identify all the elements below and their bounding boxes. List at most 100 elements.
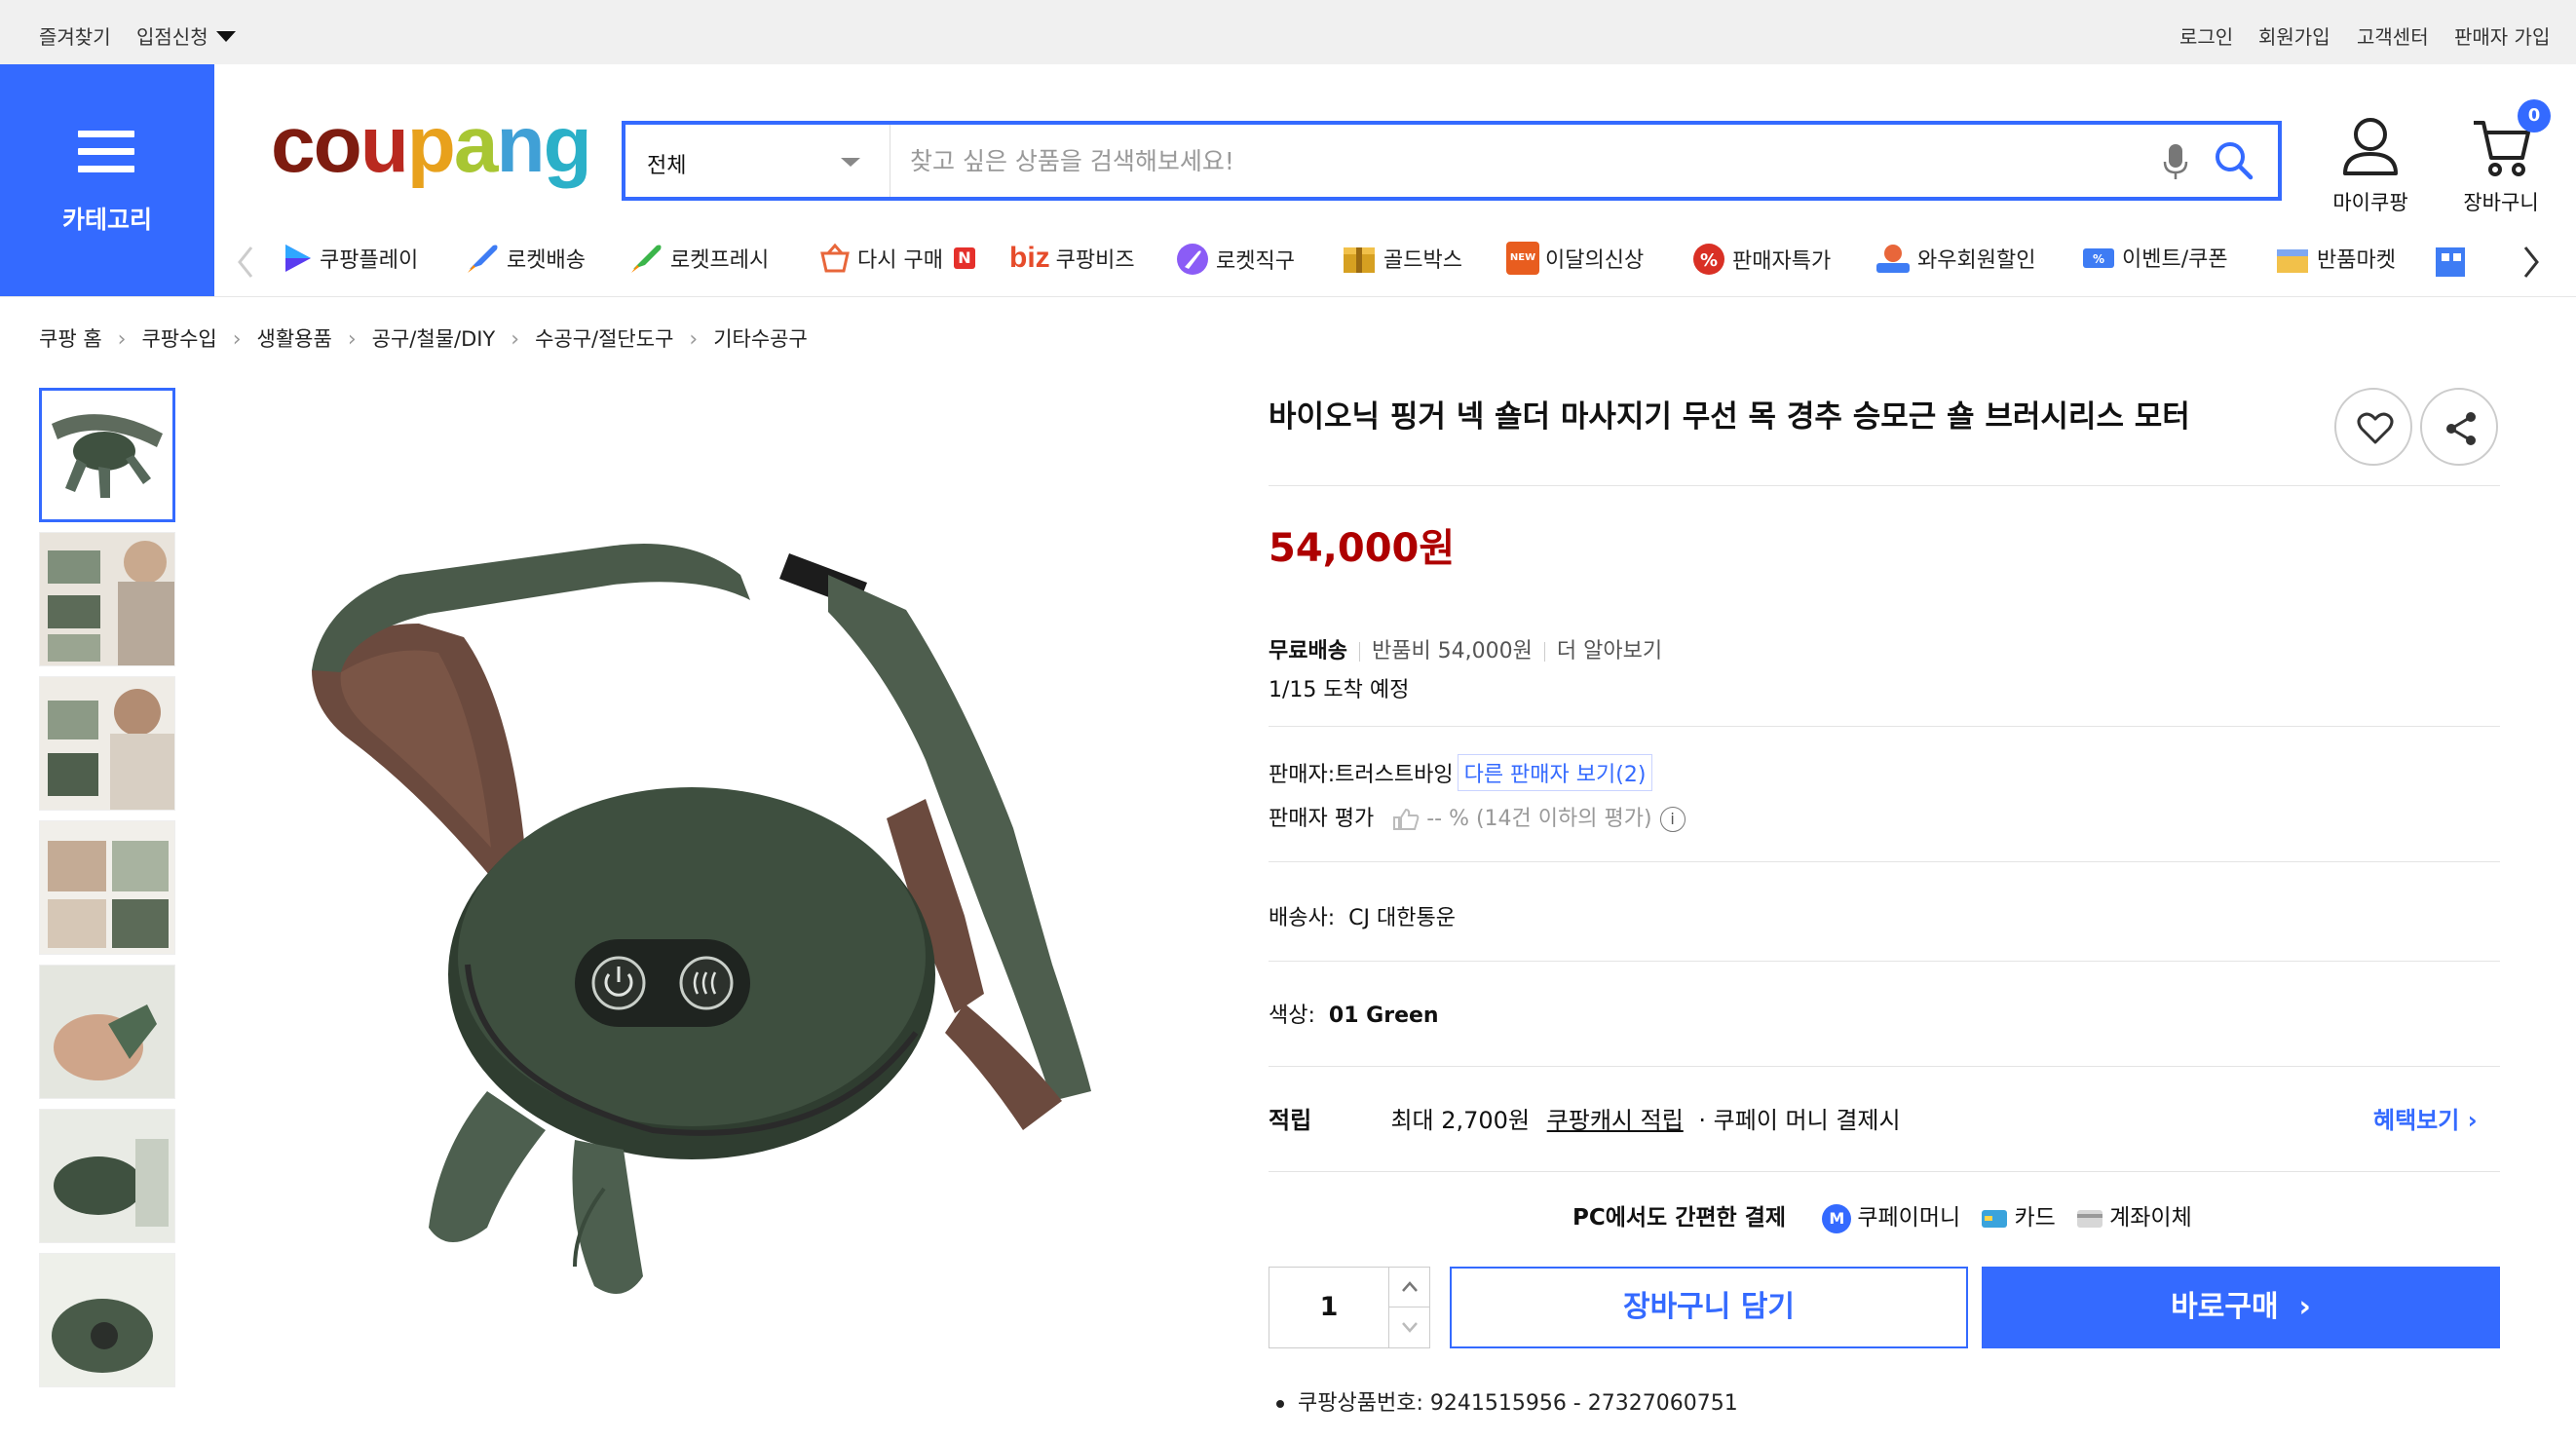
benefits-link[interactable]: 혜택보기 ›: [2373, 1101, 2478, 1135]
seller-row: 판매자:트러스트바잉 다른 판매자 보기(2): [1269, 754, 1653, 791]
chevron-right-icon: ›: [117, 327, 127, 352]
quantity-stepper: 1: [1269, 1267, 1430, 1348]
nav-coupang-biz[interactable]: biz 쿠팡비즈: [1009, 242, 1135, 281]
shipping-row: 무료배송 반품비 54,000원 더 알아보기: [1269, 633, 1662, 664]
seller-apply-link[interactable]: 입점신청: [136, 21, 236, 50]
quantity-input[interactable]: 1: [1269, 1268, 1388, 1347]
nav-label: 골드박스: [1383, 248, 1462, 273]
bookmark-link[interactable]: 즐겨찾기: [39, 21, 111, 50]
quantity-decrease-button[interactable]: [1388, 1307, 1429, 1347]
nav-coupang-play[interactable]: 쿠팡플레이: [281, 242, 418, 281]
nav-monthly-new[interactable]: NEW 이달의신상: [1506, 242, 1644, 281]
nav-rocket-global[interactable]: 로켓직구: [1175, 242, 1295, 281]
nav-wow-discount[interactable]: 와우회원할인: [1875, 242, 2035, 281]
signup-link[interactable]: 회원가입: [2258, 21, 2330, 50]
divider: [1269, 1066, 2500, 1067]
svg-text:%: %: [1700, 250, 1718, 271]
my-coupang-button[interactable]: 마이쿠팡: [2317, 115, 2424, 216]
breadcrumb: 쿠팡 홈 › 쿠팡수입 › 생활용품 › 공구/철물/DIY › 수공구/절단도구 › 기타수공구: [39, 323, 808, 353]
thumbnail-image: [42, 391, 172, 519]
store-icon[interactable]: [2434, 244, 2473, 279]
nav-rocket-delivery[interactable]: 로켓배송: [464, 242, 586, 281]
breadcrumb-item[interactable]: 생활용품: [257, 327, 332, 351]
nav-seller-deals[interactable]: % 판매자특가: [1691, 242, 1831, 281]
coupang-logo[interactable]: coupang: [271, 105, 592, 185]
search-scope-select[interactable]: 전체: [625, 125, 890, 197]
coupang-cash-link[interactable]: 쿠팡캐시 적립: [1547, 1107, 1684, 1134]
breadcrumb-item[interactable]: 공구/철물/DIY: [372, 327, 496, 351]
points-label: 적립: [1269, 1107, 1312, 1134]
info-icon[interactable]: i: [1659, 807, 1686, 832]
logo-letter: o: [313, 100, 362, 189]
divider: [1269, 861, 2500, 862]
product-thumbnail[interactable]: [39, 965, 175, 1099]
nav-rocket-fresh[interactable]: 로켓프레시: [627, 242, 769, 281]
product-price: 54,000원: [1269, 526, 1456, 571]
thumbnail-image: [40, 1254, 174, 1386]
rocket-icon: [468, 245, 498, 273]
seller-name[interactable]: 판매자:트러스트바잉: [1269, 763, 1454, 787]
product-thumbnail[interactable]: [39, 820, 175, 955]
nav-label: 와우회원할인: [1917, 248, 2036, 273]
hamburger-icon: [78, 131, 134, 173]
divider: [1269, 726, 2500, 727]
thumbnail-image: [40, 821, 174, 954]
chevron-right-icon: ›: [511, 327, 520, 352]
breadcrumb-item[interactable]: 쿠팡수입: [141, 327, 216, 351]
breadcrumb-item[interactable]: 쿠팡 홈: [39, 327, 102, 351]
courier-row: 배송사: CJ 대한통운: [1269, 900, 1456, 931]
product-number-row: 쿠팡상품번호: 9241515956 - 27327060751: [1276, 1385, 1738, 1417]
wishlist-button[interactable]: [2334, 388, 2412, 466]
login-link[interactable]: 로그인: [2179, 21, 2233, 50]
seller-apply-label: 입점신청: [136, 25, 208, 49]
share-button[interactable]: [2420, 388, 2498, 466]
microphone-icon[interactable]: [2163, 142, 2188, 181]
product-thumbnail[interactable]: [39, 1253, 175, 1387]
bank-transfer-icon: [2077, 1209, 2103, 1228]
breadcrumb-item[interactable]: 기타수공구: [713, 327, 808, 351]
nav-label: 다시 구매: [857, 248, 943, 273]
color-value[interactable]: 01 Green: [1329, 1004, 1439, 1028]
category-menu-button[interactable]: 카테고리: [0, 64, 214, 296]
buy-now-button[interactable]: 바로구매 ›: [1982, 1267, 2500, 1348]
nav-return-market[interactable]: 반품마켓: [2274, 242, 2396, 281]
seller-rating-label: 판매자 평가: [1269, 807, 1375, 831]
my-coupang-label: 마이쿠팡: [2332, 191, 2408, 214]
seller-signup-link[interactable]: 판매자 가입: [2454, 21, 2550, 50]
nav-goldbox[interactable]: 골드박스: [1341, 242, 1462, 281]
customer-center-link[interactable]: 고객센터: [2357, 21, 2429, 50]
nav-events-coupons[interactable]: % 이벤트/쿠폰: [2081, 242, 2228, 281]
search-icon[interactable]: [2214, 140, 2254, 181]
chevron-left-icon[interactable]: [236, 246, 255, 279]
chevron-right-icon[interactable]: [2521, 246, 2541, 279]
chevron-down-icon: [1402, 1322, 1418, 1333]
chevron-right-icon: ›: [2467, 1107, 2478, 1134]
product-thumbnail[interactable]: [39, 1109, 175, 1243]
breadcrumb-item[interactable]: 수공구/절단도구: [535, 327, 673, 351]
chevron-right-icon: ›: [2298, 1290, 2311, 1324]
category-nav: 쿠팡플레이 로켓배송 로켓프레시 다시 구매 N biz 쿠팡비즈 로켓직구 골드…: [224, 234, 2576, 292]
chevron-right-icon: ›: [232, 327, 242, 352]
play-icon: [285, 245, 311, 272]
return-fee: 반품비 54,000원: [1371, 639, 1533, 663]
add-to-cart-button[interactable]: 장바구니 담기: [1450, 1267, 1968, 1348]
nav-label: 쿠팡비즈: [1055, 248, 1135, 273]
logo-letter: a: [453, 100, 499, 189]
nav-reorder[interactable]: 다시 구매 N: [818, 242, 975, 281]
category-label: 카테고리: [61, 206, 152, 234]
thumbs-up-icon: [1393, 808, 1420, 830]
other-sellers-link[interactable]: 다른 판매자 보기(2): [1457, 754, 1653, 791]
svg-text:%: %: [2093, 252, 2104, 266]
heart-icon: [2357, 412, 2394, 444]
search-input[interactable]: [910, 138, 2079, 183]
logo-letter: p: [406, 100, 456, 189]
quantity-increase-button[interactable]: [1388, 1268, 1429, 1307]
product-thumbnail[interactable]: [39, 676, 175, 811]
logo-letter: g: [543, 100, 592, 189]
product-thumbnail[interactable]: [39, 532, 175, 666]
nav-label: 로켓배송: [507, 248, 586, 273]
divider: [1269, 1171, 2500, 1172]
learn-more-link[interactable]: 더 알아보기: [1557, 639, 1662, 663]
header-divider: [0, 296, 2576, 297]
product-thumbnail[interactable]: [39, 388, 175, 522]
